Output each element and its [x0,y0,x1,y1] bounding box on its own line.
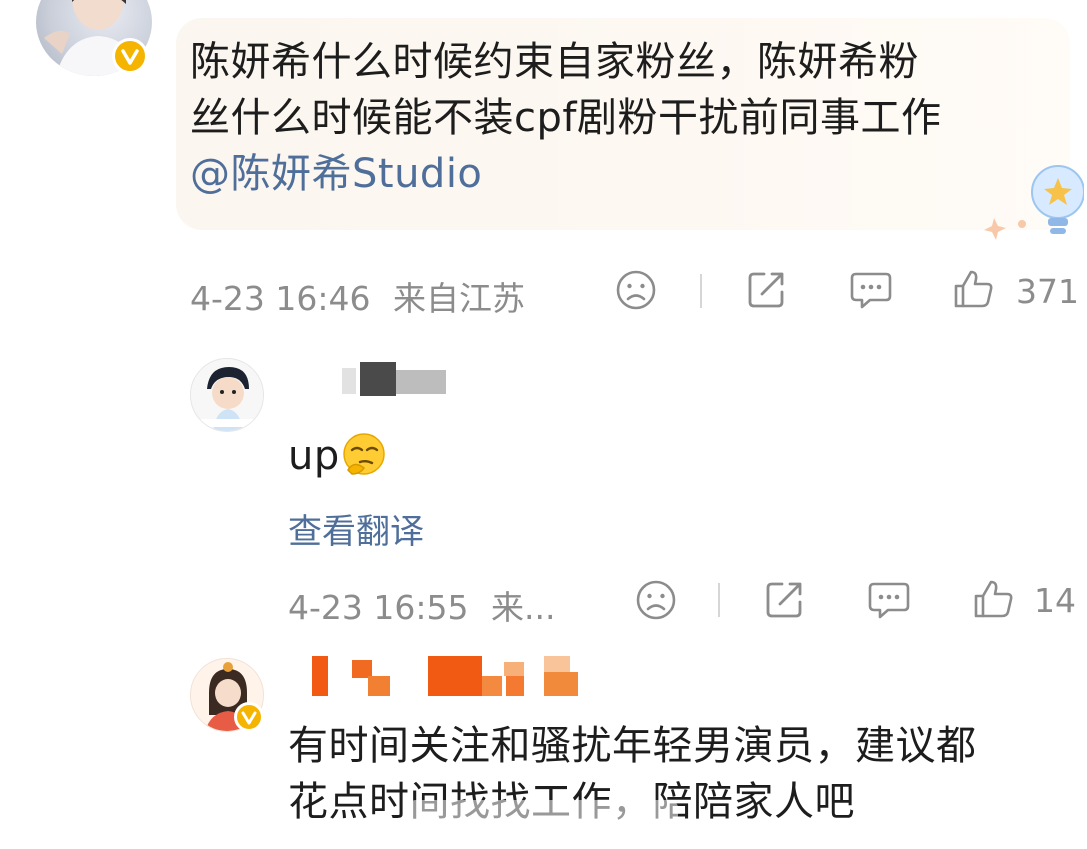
comment-text-line-2: 花点时间找找工作，陪陪家人吧 [288,774,1078,830]
avatar-image [191,359,263,431]
comment-text-line-1: 陈妍希什么时候约束自家粉丝，陈妍希粉 [190,39,919,85]
comment-text-line-1: 有时间关注和骚扰年轻男演员，建议都 [288,723,977,769]
translate-link[interactable]: 查看翻译 [288,504,424,553]
timestamp: 4-23 16:55 [288,588,469,627]
watermark [408,800,678,834]
thumbs-up-icon[interactable] [970,576,1016,626]
like-count: 371 [1016,272,1079,311]
comment-text-line: up [288,433,340,479]
lightbulb-icon [984,148,1085,248]
comment-meta: 4-23 16:55 来... [288,581,555,629]
thumbs-up-icon[interactable] [950,266,996,316]
share-icon[interactable] [744,266,790,316]
comment-text-line-2: 丝什么时候能不装cpf剧粉干扰前同事工作 [190,95,942,141]
verified-v-icon [234,702,264,732]
location: 来自江苏 [393,279,525,318]
comment-text: 有时间关注和骚扰年轻男演员，建议都 花点时间找找工作，陪陪家人吧 [288,718,1078,830]
verified-v-icon [112,38,148,74]
sad-face-icon[interactable] [614,268,658,316]
thinking-emoji-icon [340,430,388,482]
like-count: 14 [1034,581,1076,620]
comment-meta: 4-23 16:46 来自江苏 [190,272,525,320]
username-redacted [312,656,592,698]
comment-icon[interactable] [866,578,912,626]
comment-text: up [288,428,340,484]
share-icon[interactable] [762,576,808,626]
divider [700,274,702,308]
comment-icon[interactable] [848,268,894,316]
timestamp: 4-23 16:46 [190,279,371,318]
mention-link[interactable]: @陈妍希Studio [190,146,1050,202]
sad-face-icon[interactable] [634,578,678,626]
avatar[interactable] [190,358,264,432]
divider [718,583,720,617]
comment-1: 陈妍希什么时候约束自家粉丝，陈妍希粉 丝什么时候能不装cpf剧粉干扰前同事工作 … [0,0,1087,330]
username-redacted [330,362,450,396]
location: 来... [491,588,556,627]
comment-text: 陈妍希什么时候约束自家粉丝，陈妍希粉 丝什么时候能不装cpf剧粉干扰前同事工作 … [190,34,1050,202]
